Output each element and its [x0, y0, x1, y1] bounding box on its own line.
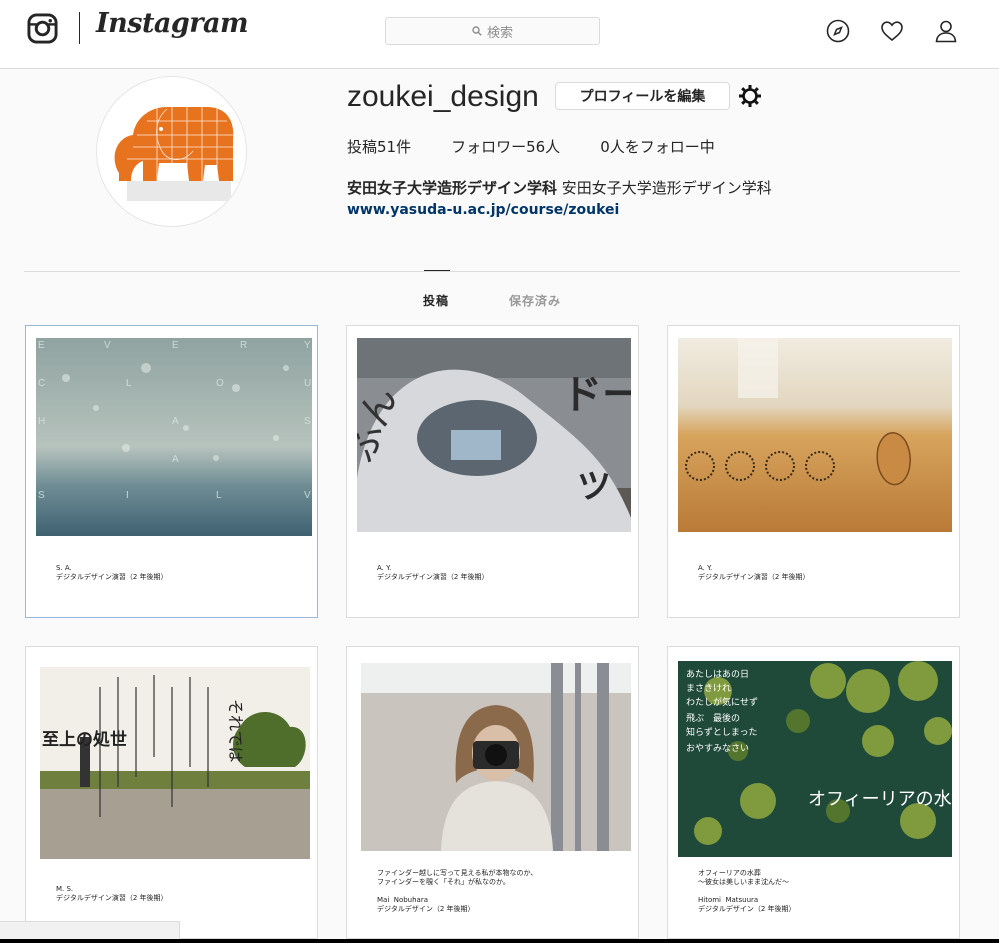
post-image: E V E R Y C L O U H A S A S I L V: [36, 338, 312, 536]
svg-text:A: A: [172, 454, 181, 465]
svg-text:飛ぶ 最後の: 飛ぶ 最後の: [686, 712, 740, 724]
post-thumbnail[interactable]: A. Y. デジタルデザイン演習（2 年後期）: [667, 325, 960, 618]
search-icon: [472, 26, 482, 36]
post-caption: M. S. デジタルデザイン演習（2 年後期）: [56, 885, 168, 902]
post-thumbnail[interactable]: ファインダー越しに写って見える私が本物なのか、 ファインダーを覗く「それ」が私な…: [346, 646, 639, 939]
svg-text:ドー: ドー: [562, 372, 631, 418]
post-caption: A. Y. デジタルデザイン演習（2 年後期）: [698, 564, 810, 581]
post-image: [678, 338, 952, 532]
post-caption: S. A. デジタルデザイン演習（2 年後期）: [56, 564, 168, 581]
svg-text:C: C: [38, 378, 47, 389]
post-caption: オフィーリアの水葬 ～彼女は美しいまま沈んだ～ Hitomi Matsuura …: [698, 869, 796, 913]
instagram-glyph-icon[interactable]: [27, 13, 58, 44]
svg-text:V: V: [104, 340, 113, 351]
posts-count: 投稿51件: [347, 138, 412, 156]
profile-bio: 安田女子大学造形デザイン学科 安田女子大学造形デザイン学科: [347, 177, 772, 198]
post-caption: A. Y. デジタルデザイン演習（2 年後期）: [377, 564, 489, 581]
compass-icon[interactable]: [826, 19, 850, 43]
svg-text:L: L: [216, 490, 224, 501]
svg-text:Y: Y: [304, 340, 312, 351]
post-image: 至上の処世 それでは: [40, 667, 310, 859]
svg-text:E: E: [38, 340, 47, 351]
svg-text:A: A: [172, 416, 181, 427]
svg-text:S: S: [38, 490, 47, 501]
bio-text: 安田女子大学造形デザイン学科: [561, 179, 772, 197]
nav-divider: [79, 12, 80, 44]
heart-icon[interactable]: [880, 19, 904, 43]
post-thumbnail[interactable]: E V E R Y C L O U H A S A S I L V S. A. デジタルデザイン演習（2…: [25, 325, 318, 618]
following-count[interactable]: 0人をフォロー中: [600, 136, 715, 157]
followers-count[interactable]: フォロワー56人: [451, 136, 560, 157]
active-tab-indicator: [424, 270, 450, 271]
svg-text:知らずとしまった: 知らずとしまった: [686, 726, 757, 738]
window-bottom-edge: [0, 939, 999, 943]
search-placeholder: 検索: [486, 25, 513, 41]
svg-text:I: I: [126, 490, 131, 501]
svg-text:O: O: [216, 378, 226, 389]
post-image: ふん ドー ツ: [357, 338, 631, 532]
search-input[interactable]: 検索: [385, 17, 600, 45]
profile-avatar[interactable]: [96, 76, 247, 227]
svg-text:あたしはあの日: あたしはあの日: [686, 669, 749, 680]
elephant-logo: [114, 107, 234, 201]
tab-posts[interactable]: 投稿: [423, 292, 449, 309]
svg-text:オフィーリアの水葬: オフィーリアの水葬: [808, 789, 952, 810]
post-image: オフィーリアの水葬 あたしはあの日まさきけれわたしが気にせず 飛ぶ 最後の知らず…: [678, 661, 952, 857]
profile-username: zoukei_design: [347, 80, 539, 113]
svg-text:S: S: [304, 416, 312, 427]
user-icon[interactable]: [934, 19, 958, 43]
profile-website-link[interactable]: www.yasuda-u.ac.jp/course/zoukei: [347, 202, 619, 218]
post-thumbnail[interactable]: 至上の処世 それでは M. S. デジタルデザイン演習（2 年後期）: [25, 646, 318, 939]
svg-text:わたしが気にせず: わたしが気にせず: [686, 696, 758, 708]
tabs-divider: [24, 271, 960, 272]
svg-text:R: R: [240, 340, 249, 351]
svg-text:至上の処世: 至上の処世: [42, 730, 127, 750]
svg-text:V: V: [304, 490, 312, 501]
post-image: [361, 663, 631, 851]
svg-text:それでは: それでは: [226, 699, 245, 763]
bio-name: 安田女子大学造形デザイン学科: [347, 179, 558, 197]
profile-stats: 投稿51件 フォロワー56人 0人をフォロー中: [347, 136, 715, 157]
post-thumbnail[interactable]: ふん ドー ツ A. Y. デジタルデザイン演習（2 年後期）: [346, 325, 639, 618]
svg-text:まさきけれ: まさきけれ: [686, 683, 731, 694]
post-caption: ファインダー越しに写って見える私が本物なのか、 ファインダーを覗く「それ」が私な…: [377, 869, 538, 913]
svg-text:ツ: ツ: [577, 467, 611, 507]
edit-profile-button[interactable]: プロフィールを編集: [555, 82, 730, 110]
gear-icon[interactable]: [738, 84, 762, 108]
post-thumbnail[interactable]: オフィーリアの水葬 あたしはあの日まさきけれわたしが気にせず 飛ぶ 最後の知らず…: [667, 646, 960, 939]
svg-text:L: L: [126, 378, 134, 389]
top-navigation-bar: Instagram 検索: [0, 0, 999, 69]
svg-text:E: E: [172, 340, 181, 351]
svg-text:H: H: [38, 416, 47, 427]
tab-saved[interactable]: 保存済み: [509, 292, 561, 309]
instagram-wordmark[interactable]: Instagram: [96, 8, 249, 39]
svg-text:U: U: [304, 378, 312, 389]
svg-text:おやすみなさい: おやすみなさい: [686, 743, 749, 754]
